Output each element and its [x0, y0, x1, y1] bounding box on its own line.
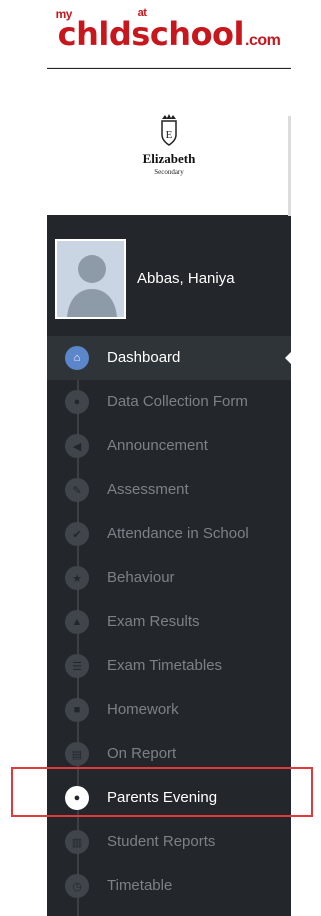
- menu-item-announcement[interactable]: ◀ Announcement: [47, 424, 291, 468]
- school-subtitle: Secondary: [154, 168, 184, 176]
- school-crest-icon: E: [161, 114, 177, 146]
- clock-icon: ◷: [65, 874, 89, 898]
- menu-item-exam-results[interactable]: ▲ Exam Results: [47, 600, 291, 644]
- list-icon: ☰: [65, 654, 89, 678]
- school-panel: E Elizabeth Secondary: [47, 69, 291, 215]
- logo-at: at: [137, 6, 147, 19]
- student-profile[interactable]: Abbas, Haniya: [47, 237, 291, 321]
- menu-item-exam-timetables[interactable]: ☰ Exam Timetables: [47, 644, 291, 688]
- menu-item-timetable[interactable]: ◷ Timetable: [47, 864, 291, 908]
- menu-item-label: Exam Results: [107, 613, 200, 630]
- logo-com: .com: [245, 31, 281, 49]
- menu-item-label: Data Collection Form: [107, 393, 248, 410]
- menu-item-label: Announcement: [107, 437, 208, 454]
- menu-item-label: Student Reports: [107, 833, 216, 850]
- menu-item-label: Dashboard: [107, 349, 181, 366]
- active-indicator: [285, 352, 291, 364]
- briefcase-icon: ■: [65, 698, 89, 722]
- menu-item-label: Homework: [107, 701, 179, 718]
- star-icon: ★: [65, 566, 89, 590]
- menu-item-label: Attendance in School: [107, 525, 249, 542]
- menu-item-label: Timetable: [107, 877, 173, 894]
- brand-logo[interactable]: my chld at school .com: [56, 7, 281, 53]
- avatar[interactable]: [55, 239, 126, 319]
- document-icon: ▤: [65, 742, 89, 766]
- menu-item-label: Assessment: [107, 481, 189, 498]
- svg-text:E: E: [166, 129, 173, 141]
- logo-my: my: [55, 6, 73, 21]
- menu-item-student-reports[interactable]: ▥ Student Reports: [47, 820, 291, 864]
- menu-item-label: Exam Timetables: [107, 657, 223, 674]
- check-icon: ✔: [65, 522, 89, 546]
- brand-header[interactable]: my chld at school .com: [47, 0, 291, 68]
- menu-item-dashboard[interactable]: ⌂ Dashboard: [47, 336, 291, 380]
- menu-item-label: On Report: [107, 745, 177, 762]
- menu-item-assessment[interactable]: ✎ Assessment: [47, 468, 291, 512]
- menu-item-label: Behaviour: [107, 569, 175, 586]
- pencil-icon: ✎: [65, 478, 89, 502]
- report-icon: ▥: [65, 830, 89, 854]
- menu-item-attendance-in-school[interactable]: ✔ Attendance in School: [47, 512, 291, 556]
- panel-scrollbar[interactable]: [288, 116, 291, 216]
- highlight-annotation-box: [11, 767, 313, 817]
- user-icon: ●: [65, 390, 89, 414]
- school-name: Elizabeth: [142, 151, 196, 166]
- graduation-cap-icon: ▲: [65, 610, 89, 634]
- megaphone-icon: ◀: [65, 434, 89, 458]
- student-name: Abbas, Haniya: [137, 270, 235, 287]
- logo-school: school: [131, 14, 244, 53]
- menu-item-homework[interactable]: ■ Homework: [47, 688, 291, 732]
- school-crest: E Elizabeth Secondary: [47, 113, 291, 176]
- home-icon: ⌂: [65, 346, 89, 370]
- avatar-placeholder-icon: [57, 241, 124, 317]
- menu-item-data-collection-form[interactable]: ● Data Collection Form: [47, 380, 291, 424]
- menu-item-behaviour[interactable]: ★ Behaviour: [47, 556, 291, 600]
